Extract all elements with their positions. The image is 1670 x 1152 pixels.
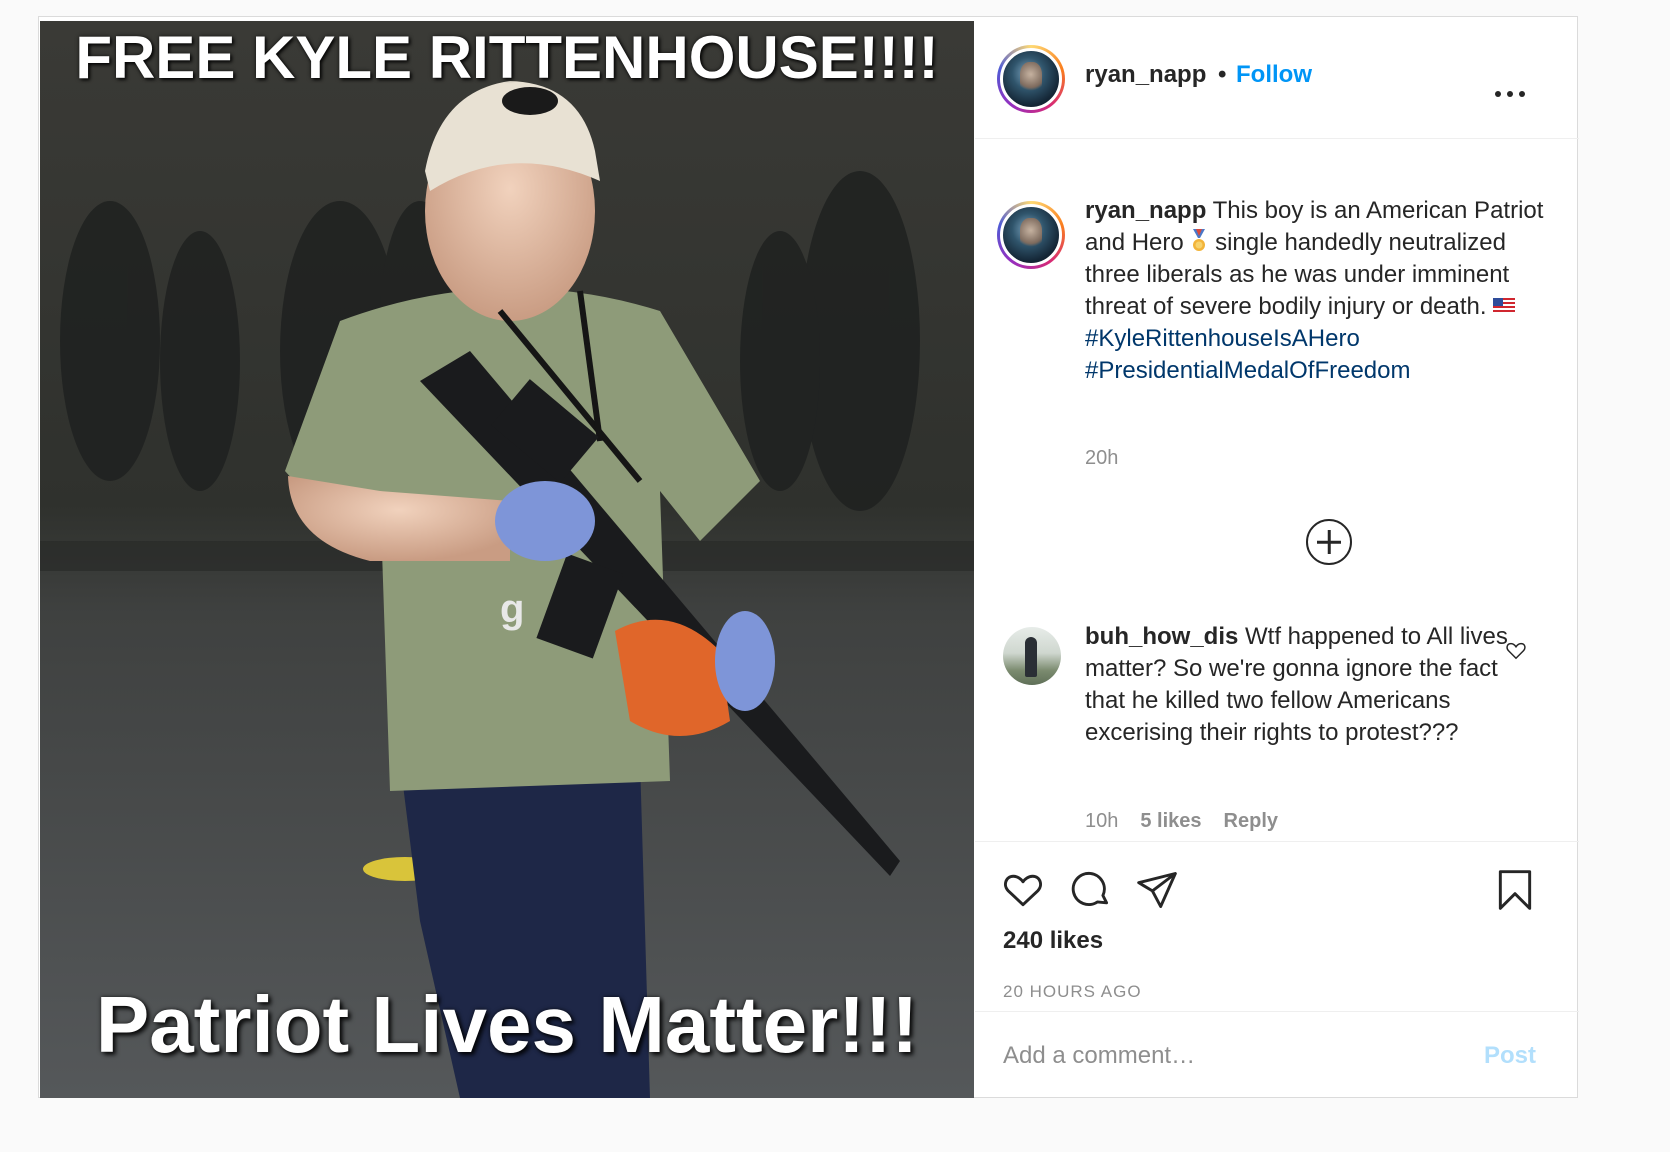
hashtag-link[interactable]: #PresidentialMedalOfFreedom [1085, 355, 1555, 387]
medal-icon [1193, 229, 1206, 251]
add-comment-input[interactable] [1003, 1038, 1463, 1074]
follow-button[interactable]: Follow [1236, 61, 1312, 89]
comment-likes[interactable]: 5 likes [1140, 810, 1201, 833]
instagram-post: FREE KYLE RITTENHOUSE!!!! g Patriot Live… [38, 16, 1579, 1099]
header-separator: • [1218, 61, 1227, 88]
save-icon[interactable] [1493, 868, 1537, 912]
post-image[interactable]: FREE KYLE RITTENHOUSE!!!! g Patriot Live… [40, 21, 974, 1098]
comment-icon[interactable] [1069, 868, 1113, 912]
comment-timestamp[interactable]: 10h [1085, 810, 1118, 833]
like-icon[interactable] [1001, 868, 1045, 912]
caption-text: ryan_napp This boy is an American Patrio… [1085, 195, 1555, 387]
more-options-icon[interactable] [1495, 89, 1525, 99]
meme-bottom-text: Patriot Lives Matter!!! [95, 980, 919, 1069]
caption-username[interactable]: ryan_napp [1085, 197, 1206, 224]
author-avatar[interactable] [997, 45, 1065, 113]
us-flag-icon [1493, 298, 1516, 314]
hashtag-link[interactable]: #KyleRittenhouseIsAHero [1085, 323, 1555, 355]
author-username[interactable]: ryan_napp [1085, 61, 1206, 89]
load-more-comments-icon[interactable] [1306, 519, 1352, 565]
comment-like-icon[interactable] [1505, 639, 1527, 661]
caption-timestamp[interactable]: 20h [1085, 447, 1118, 470]
shirt-letter: g [500, 587, 525, 631]
caption-avatar[interactable] [997, 201, 1065, 269]
reply-button[interactable]: Reply [1224, 810, 1278, 833]
add-comment-section: Post [975, 1011, 1579, 1099]
post-comment-button[interactable]: Post [1484, 1042, 1536, 1070]
likes-count[interactable]: 240 likes [1003, 927, 1103, 955]
post-time-ago[interactable]: 20 HOURS AGO [1003, 982, 1142, 1002]
post-photo [40, 21, 974, 1098]
comment-meta: 10h 5 likes Reply [1085, 810, 1278, 833]
commenter-username[interactable]: buh_how_dis [1085, 623, 1238, 650]
action-bar: 240 likes 20 HOURS AGO [975, 841, 1579, 1011]
post-side-panel: ryan_napp • Follow ryan_napp This boy is… [975, 17, 1579, 1099]
share-icon[interactable] [1135, 868, 1179, 912]
comment-text: buh_how_dis Wtf happened to All lives ma… [1085, 621, 1525, 749]
meme-top-text: FREE KYLE RITTENHOUSE!!!! [75, 24, 939, 91]
post-header: ryan_napp • Follow [975, 17, 1579, 139]
commenter-avatar[interactable] [1003, 627, 1061, 685]
